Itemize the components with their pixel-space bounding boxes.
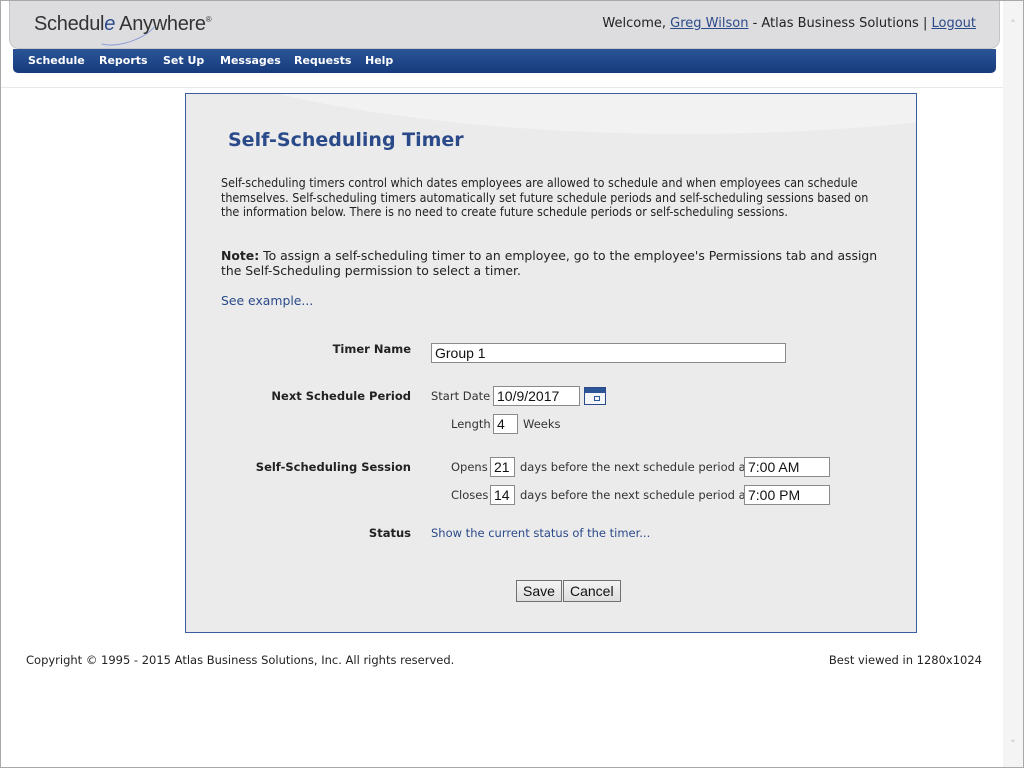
nav-reports[interactable]: Reports xyxy=(99,54,148,67)
logout-link[interactable]: Logout xyxy=(931,16,976,31)
timer-name-label: Timer Name xyxy=(332,342,411,356)
closes-label: Closes xyxy=(451,488,489,502)
cancel-button[interactable]: Cancel xyxy=(563,580,621,602)
welcome-area: Welcome, Greg Wilson - Atlas Business So… xyxy=(602,16,976,31)
nav-requests[interactable]: Requests xyxy=(294,54,351,67)
note-body: To assign a self-scheduling timer to an … xyxy=(221,248,878,278)
vertical-scrollbar[interactable]: ˄ ˅ xyxy=(1003,1,1023,767)
save-button[interactable]: Save xyxy=(516,580,562,602)
status-label: Status xyxy=(368,526,411,540)
user-name-link[interactable]: Greg Wilson xyxy=(670,16,748,31)
panel-gloss xyxy=(186,94,916,134)
logo-registered: ® xyxy=(205,15,212,24)
length-label: Length xyxy=(451,417,491,431)
header-divider xyxy=(1,87,1005,88)
logo-text-e: e xyxy=(104,13,116,35)
app-header: Schedule Anywhere® Welcome, Greg Wilson … xyxy=(9,0,1000,53)
welcome-text: Welcome, xyxy=(602,16,671,31)
start-date-input[interactable]: 10/9/2017 xyxy=(493,386,580,406)
opens-days-input[interactable]: 21 xyxy=(490,457,515,477)
logo[interactable]: Schedule Anywhere® xyxy=(34,13,212,36)
company-text: - Atlas Business Solutions | xyxy=(748,16,932,31)
nav-setup[interactable]: Set Up xyxy=(163,54,204,67)
best-viewed-text: Best viewed in 1280x1024 xyxy=(828,653,982,667)
next-schedule-period-label: Next Schedule Period xyxy=(271,389,411,403)
opens-text: days before the next schedule period at xyxy=(520,460,751,474)
logo-text: Schedul xyxy=(34,13,105,35)
see-example-link[interactable]: See example... xyxy=(221,293,313,308)
closes-time-input[interactable]: 7:00 PM xyxy=(744,485,830,505)
opens-label: Opens xyxy=(451,460,488,474)
scroll-down-icon[interactable]: ˅ xyxy=(1007,739,1019,751)
nav-schedule[interactable]: Schedule xyxy=(28,54,85,67)
copyright-text: Copyright © 1995 - 2015 Atlas Business S… xyxy=(26,653,455,667)
closes-text: days before the next schedule period at xyxy=(520,488,751,502)
nav-help[interactable]: Help xyxy=(365,54,393,67)
closes-days-input[interactable]: 14 xyxy=(490,485,515,505)
start-date-label: Start Date xyxy=(431,389,491,403)
show-status-link[interactable]: Show the current status of the timer... xyxy=(431,526,650,540)
timer-panel: Self-Scheduling Timer Self-scheduling ti… xyxy=(185,93,917,633)
opens-time-input[interactable]: 7:00 AM xyxy=(744,457,830,477)
length-input[interactable]: 4 xyxy=(493,414,518,434)
note-text: Note: To assign a self-scheduling timer … xyxy=(221,248,881,278)
main-nav: Schedule Reports Set Up Messages Request… xyxy=(13,49,996,73)
session-label: Self-Scheduling Session xyxy=(255,460,411,474)
timer-name-input[interactable]: Group 1 xyxy=(431,343,786,363)
nav-messages[interactable]: Messages xyxy=(220,54,281,67)
scroll-up-icon[interactable]: ˄ xyxy=(1007,19,1019,31)
length-unit: Weeks xyxy=(523,417,561,431)
page-title: Self-Scheduling Timer xyxy=(228,129,464,151)
calendar-icon[interactable] xyxy=(584,387,606,405)
description-text: Self-scheduling timers control which dat… xyxy=(221,175,869,220)
logo-text-2: Anywhere xyxy=(115,13,206,35)
note-label: Note: xyxy=(221,248,260,263)
